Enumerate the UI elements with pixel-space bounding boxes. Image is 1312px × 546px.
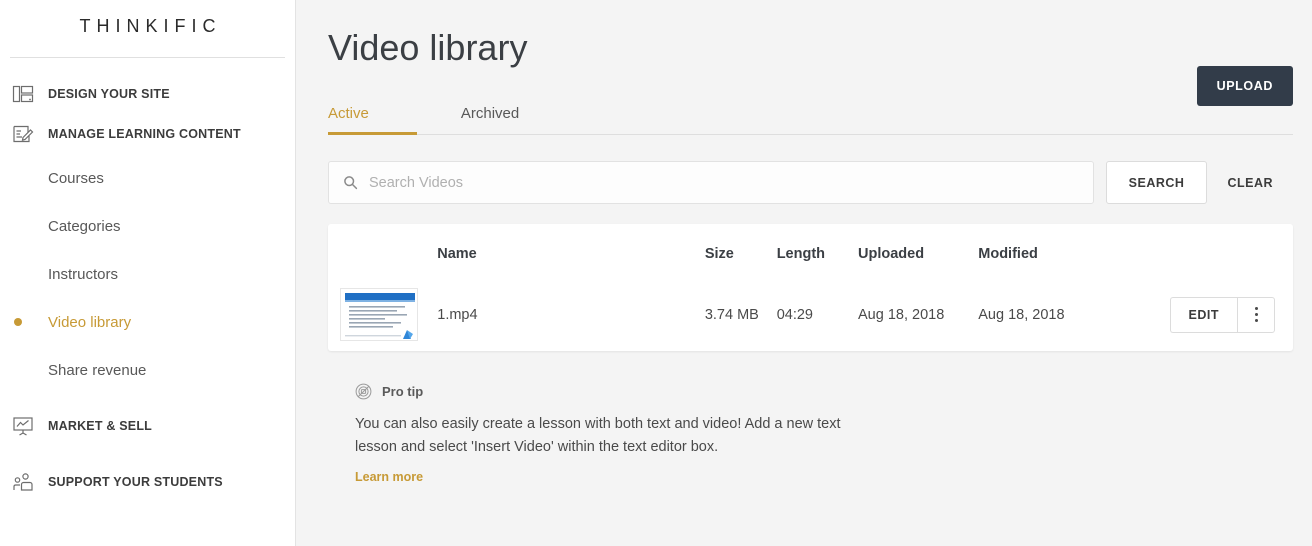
sidebar-subitem-label: Courses bbox=[48, 169, 104, 187]
sidebar-subitem-label: Share revenue bbox=[48, 361, 147, 379]
column-length: Length bbox=[776, 246, 826, 263]
app-root: THINKIFIC DESIGN YOUR SITE MANAGE LEARNI… bbox=[0, 0, 1312, 546]
sidebar-item-courses[interactable]: Courses bbox=[0, 154, 295, 202]
brand-logo[interactable]: THINKIFIC bbox=[0, 0, 295, 57]
tab-archived[interactable]: Archived bbox=[461, 106, 519, 135]
active-bullet-icon bbox=[14, 174, 22, 182]
sidebar-item-market-and-sell[interactable]: MARKET & SELL bbox=[0, 406, 295, 446]
cell-actions: EDIT bbox=[1169, 278, 1293, 351]
active-bullet-icon bbox=[14, 270, 22, 278]
row-actions: EDIT bbox=[1169, 296, 1275, 333]
pro-tip-title: Pro tip bbox=[382, 384, 424, 400]
sidebar-item-label: MANAGE LEARNING CONTENT bbox=[48, 127, 241, 141]
table-header: Name Size Length Uploaded Modified bbox=[328, 224, 1293, 278]
sidebar-item-label: SUPPORT YOUR STUDENTS bbox=[48, 475, 223, 489]
tab-bar: Active Archived UPLOAD bbox=[328, 66, 1293, 136]
edit-document-icon bbox=[12, 123, 34, 145]
cell-length: 04:29 bbox=[776, 306, 813, 323]
column-actions bbox=[1170, 224, 1293, 278]
search-row: SEARCH CLEAR bbox=[328, 161, 1293, 205]
search-field[interactable] bbox=[328, 161, 1094, 205]
sidebar-item-video-library[interactable]: Video library bbox=[0, 298, 295, 346]
cell-size: 3.74 MB bbox=[704, 306, 759, 323]
sidebar-item-label: DESIGN YOUR SITE bbox=[48, 87, 170, 101]
column-size: Size bbox=[704, 246, 734, 263]
active-bullet-icon bbox=[14, 318, 22, 326]
column-uploaded: Uploaded bbox=[858, 246, 925, 263]
cell-name: 1.mp4 bbox=[437, 306, 478, 323]
sidebar-subitem-label: Categories bbox=[48, 217, 121, 235]
pro-tip-section: Pro tip You can also easily create a les… bbox=[328, 383, 1293, 486]
clear-button[interactable]: CLEAR bbox=[1207, 161, 1293, 204]
search-input[interactable] bbox=[369, 174, 1093, 191]
video-table-card: Name Size Length Uploaded Modified 1.mp4… bbox=[328, 224, 1293, 352]
pro-tip-body: You can also easily create a lesson with… bbox=[355, 416, 841, 456]
cell-uploaded: Aug 18, 2018 bbox=[858, 306, 945, 323]
brand-name: THINKIFIC bbox=[79, 16, 222, 36]
people-icon bbox=[12, 471, 34, 493]
sidebar-subitem-label: Instructors bbox=[48, 265, 119, 283]
sidebar-item-categories[interactable]: Categories bbox=[0, 202, 295, 250]
more-options-button[interactable] bbox=[1237, 296, 1275, 333]
kebab-dot-icon bbox=[1254, 313, 1258, 317]
sidebar: THINKIFIC DESIGN YOUR SITE MANAGE LEARNI… bbox=[0, 0, 296, 546]
sidebar-item-manage-learning-content[interactable]: MANAGE LEARNING CONTENT bbox=[0, 114, 295, 154]
sidebar-subitem-label: Video library bbox=[48, 313, 132, 331]
search-button[interactable]: SEARCH bbox=[1105, 161, 1208, 205]
layout-icon bbox=[12, 83, 34, 105]
video-thumbnail[interactable] bbox=[340, 288, 418, 342]
search-icon bbox=[343, 175, 358, 190]
column-modified: Modified bbox=[978, 246, 1038, 263]
pro-tip-header: Pro tip bbox=[355, 383, 1293, 400]
tab-active[interactable]: Active bbox=[328, 106, 417, 136]
learn-more-link[interactable]: Learn more bbox=[355, 470, 423, 484]
upload-button[interactable]: UPLOAD bbox=[1196, 66, 1293, 107]
cell-thumbnail bbox=[328, 278, 437, 351]
chart-presentation-icon bbox=[12, 415, 34, 437]
active-bullet-icon bbox=[14, 222, 22, 230]
video-table: Name Size Length Uploaded Modified 1.mp4… bbox=[328, 224, 1293, 351]
sidebar-item-label: MARKET & SELL bbox=[48, 419, 152, 433]
column-name: Name bbox=[437, 246, 477, 263]
sidebar-item-support-your-students[interactable]: SUPPORT YOUR STUDENTS bbox=[0, 462, 295, 502]
column-thumbnail bbox=[328, 224, 437, 278]
sidebar-item-share-revenue[interactable]: Share revenue bbox=[0, 346, 295, 394]
sidebar-item-design-your-site[interactable]: DESIGN YOUR SITE bbox=[0, 74, 295, 114]
active-bullet-icon bbox=[14, 366, 22, 374]
table-header-row: Name Size Length Uploaded Modified bbox=[328, 224, 1293, 278]
cell-modified: Aug 18, 2018 bbox=[978, 306, 1065, 323]
sidebar-nav: DESIGN YOUR SITE MANAGE LEARNING CONTENT… bbox=[0, 58, 295, 502]
edit-button[interactable]: EDIT bbox=[1169, 296, 1237, 333]
kebab-dot-icon bbox=[1254, 307, 1258, 311]
sidebar-item-instructors[interactable]: Instructors bbox=[0, 250, 295, 298]
table-row: 1.mp4 3.74 MB 04:29 Aug 18, 2018 Aug 18,… bbox=[328, 278, 1293, 351]
table-body: 1.mp4 3.74 MB 04:29 Aug 18, 2018 Aug 18,… bbox=[328, 278, 1293, 351]
main-content: Video library Active Archived UPLOAD SEA… bbox=[296, 0, 1312, 546]
lightbulb-circle-icon bbox=[355, 383, 372, 400]
kebab-dot-icon bbox=[1254, 319, 1258, 323]
page-title: Video library bbox=[328, 27, 528, 68]
